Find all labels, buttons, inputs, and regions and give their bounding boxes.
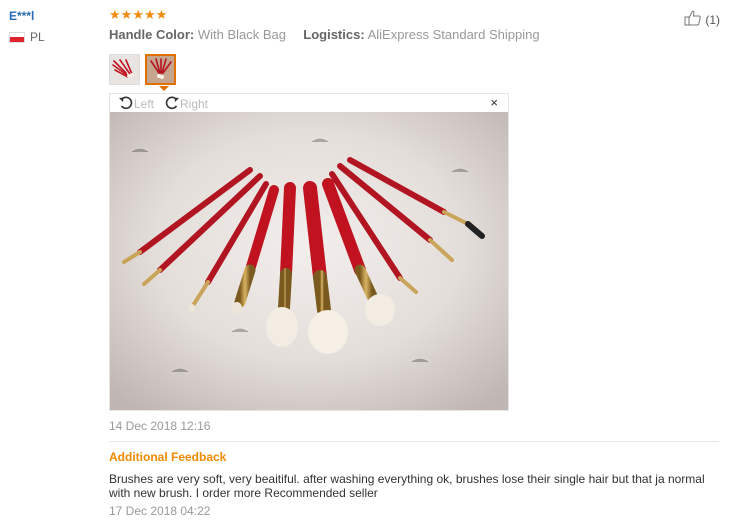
photo-thumbnail-selected[interactable] bbox=[145, 54, 176, 85]
helpful-count: (1) bbox=[705, 12, 720, 27]
attr-label-handle-color: Handle Color: bbox=[109, 27, 195, 42]
review-attributes: Handle Color: With Black Bag Logistics: … bbox=[109, 27, 540, 42]
star-icon: ★ bbox=[155, 7, 168, 22]
rotate-right-icon bbox=[164, 95, 180, 113]
thumbs-up-icon bbox=[684, 10, 702, 29]
review-photo bbox=[110, 112, 508, 410]
rotate-right-button[interactable]: Right bbox=[164, 95, 208, 113]
rotate-right-label: Right bbox=[180, 97, 209, 111]
star-icon: ★ bbox=[143, 7, 156, 22]
reviewer-name: E***l bbox=[9, 9, 35, 23]
star-icon: ★ bbox=[120, 7, 133, 22]
rotate-left-button[interactable]: Left bbox=[118, 95, 154, 113]
divider bbox=[109, 441, 719, 442]
helpful-button[interactable]: (1) bbox=[684, 10, 720, 29]
close-viewer-button[interactable]: × bbox=[490, 95, 498, 110]
selected-thumbnail-caret bbox=[159, 86, 169, 91]
reviewer-country: PL bbox=[9, 30, 45, 44]
review-date: 14 Dec 2018 12:16 bbox=[109, 419, 211, 433]
photo-thumbnail[interactable] bbox=[109, 54, 140, 85]
attr-value-handle-color: With Black Bag bbox=[197, 27, 287, 42]
rating-stars: ★ ★ ★ ★ ★ bbox=[109, 8, 167, 22]
photo-thumbnails bbox=[109, 54, 176, 85]
star-icon: ★ bbox=[132, 7, 144, 22]
rotate-left-icon bbox=[118, 95, 134, 113]
additional-feedback-title: Additional Feedback bbox=[109, 450, 227, 464]
attr-value-logistics: AliExpress Standard Shipping bbox=[367, 27, 540, 42]
additional-feedback-text: Brushes are very soft, very beaitiful. a… bbox=[109, 472, 705, 500]
country-code: PL bbox=[30, 30, 45, 44]
photo-viewer: Left Right × bbox=[109, 93, 509, 411]
viewer-toolbar: Left Right × bbox=[110, 94, 508, 112]
additional-feedback-date: 17 Dec 2018 04:22 bbox=[109, 504, 211, 518]
poland-flag-icon bbox=[9, 31, 25, 43]
star-icon: ★ bbox=[109, 7, 121, 22]
rotate-left-label: Left bbox=[134, 97, 155, 111]
attr-label-logistics: Logistics: bbox=[303, 27, 365, 42]
